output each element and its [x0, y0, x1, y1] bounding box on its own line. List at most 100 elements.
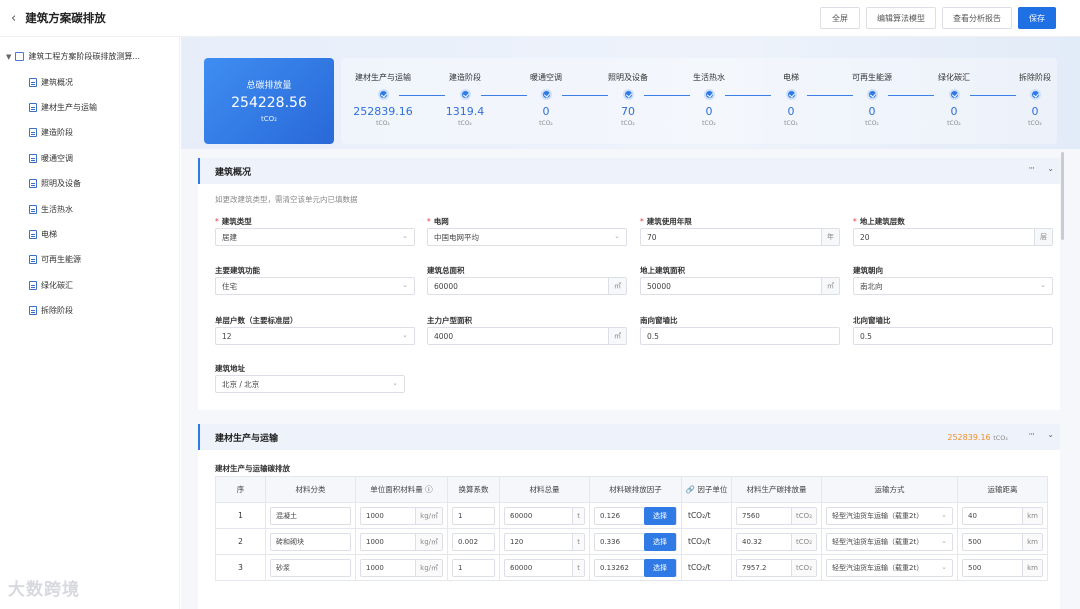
document-icon [29, 230, 37, 239]
sidebar-item-overview[interactable]: 建筑概况 [29, 77, 73, 88]
transport-select[interactable]: 轻型汽油货车运输（载重2t） ⌄ [826, 532, 953, 551]
factor-unit: tCO₂/t [681, 502, 732, 529]
scrollbar[interactable] [1061, 152, 1064, 240]
stage-lighting[interactable]: 照明及设备 70 tCO₂ [588, 58, 668, 127]
fullscreen-button[interactable]: 全屏 [820, 7, 860, 29]
distance-input[interactable]: 500 km [962, 558, 1043, 577]
more-icon[interactable]: ··· [1028, 430, 1035, 440]
stage-hot-water[interactable]: 生活热水 0 tCO₂ [669, 58, 749, 127]
factor-input[interactable]: 0.13262 选择 [594, 558, 677, 577]
total-input[interactable]: 60000 t [504, 506, 585, 525]
stage-hvac[interactable]: 暖通空调 0 tCO₂ [506, 58, 586, 127]
column-header: 材料生产碳排放量 [731, 476, 822, 503]
service-life-input[interactable]: 70 年 [640, 228, 840, 246]
stage-construction[interactable]: 建造阶段 1319.4 tCO₂ [425, 58, 505, 127]
column-header: 换算系数 [447, 476, 500, 503]
households-select[interactable]: 12 ⌄ [215, 327, 415, 345]
sidebar-item-carbon-sink[interactable]: 绿化碳汇 [29, 280, 73, 291]
sidebar-item-construction[interactable]: 建造阶段 [29, 127, 73, 138]
field-label: * 建筑类型 [215, 217, 252, 226]
sidebar-item-label: 生活热水 [41, 205, 73, 214]
sidebar-item-elevator[interactable]: 电梯 [29, 229, 57, 240]
field-label: * 地上建筑层数 [853, 217, 905, 226]
sidebar-item-demolition[interactable]: 拆除阶段 [29, 305, 73, 316]
coef-input[interactable]: 1 [452, 506, 495, 525]
orientation-select[interactable]: 南北向 ⌄ [853, 277, 1053, 295]
watermark: 大数跨境 [8, 580, 80, 600]
select-button[interactable]: 选择 [644, 558, 676, 577]
coef-input[interactable]: 1 [452, 558, 495, 577]
view-report-button[interactable]: 查看分析报告 [942, 7, 1012, 29]
save-button[interactable]: 保存 [1018, 7, 1056, 29]
field-label: 地上建筑面积 [640, 266, 685, 275]
column-header: 运输距离 [957, 476, 1048, 503]
total-input[interactable]: 120 t [504, 532, 585, 551]
distance-input[interactable]: 40 km [962, 506, 1043, 525]
total-label: 总碳排放量 [246, 81, 292, 91]
back-icon[interactable]: ‹ [11, 11, 16, 26]
stage-value: 1319.4 [445, 105, 485, 118]
category-input[interactable]: 混凝土 [270, 506, 351, 525]
select-button[interactable]: 选择 [644, 532, 676, 551]
section-title: 建筑概况 [215, 167, 252, 178]
select-button[interactable]: 选择 [644, 506, 676, 525]
emission-input[interactable]: 7560 tCO₂ [736, 506, 817, 525]
stage-value: 70 [621, 105, 635, 118]
chevron-down-icon: ⌄ [941, 510, 947, 519]
edit-algorithm-button[interactable]: 编辑算法模型 [866, 7, 936, 29]
stage-carbon-sink[interactable]: 绿化碳汇 0 tCO₂ [914, 58, 994, 127]
total-input[interactable]: 60000 t [504, 558, 585, 577]
sidebar-item-materials[interactable]: 建材生产与运输 [29, 102, 97, 113]
total-area-input[interactable]: 60000 ㎡ [427, 277, 627, 295]
stage-elevator[interactable]: 电梯 0 tCO₂ [751, 58, 831, 127]
sidebar-item-renewable[interactable]: 可再生能源 [29, 254, 81, 265]
function-select[interactable]: 住宅 ⌄ [215, 277, 415, 295]
south-wwr-input[interactable]: 0.5 [640, 327, 840, 345]
sidebar-item-hot-water[interactable]: 生活热水 [29, 204, 73, 215]
table-title: 建材生产与运输碳排放 [215, 464, 290, 473]
grid-select[interactable]: 中国电网平均 ⌄ [427, 228, 627, 246]
chevron-down-icon: ⌄ [402, 232, 408, 240]
sidebar-item-hvac[interactable]: 暖通空调 [29, 153, 73, 164]
table-row: 3 砂浆 1000 kg/㎡ 1 60000 t 0.13262 选择 tCO₂/t … [215, 554, 1048, 581]
sidebar-item-label: 绿化碳汇 [41, 281, 73, 290]
address-select[interactable]: 北京 / 北京 ⌄ [215, 375, 405, 393]
check-icon [622, 89, 634, 100]
field-label: 南向窗墙比 [640, 316, 678, 325]
chevron-down-icon: ⌄ [402, 331, 408, 339]
unit-area-input[interactable]: 4000 ㎡ [427, 327, 627, 345]
column-header: 序 [215, 476, 266, 503]
chevron-down-icon[interactable]: ⌄ [1047, 430, 1054, 439]
floors-input[interactable]: 20 层 [853, 228, 1053, 246]
emission-input[interactable]: 7957.2 tCO₂ [736, 558, 817, 577]
more-icon[interactable]: ··· [1028, 164, 1035, 174]
sidebar-item-lighting[interactable]: 照明及设备 [29, 178, 81, 189]
stage-renewable[interactable]: 可再生能源 0 tCO₂ [832, 58, 912, 127]
coef-input[interactable]: 0.002 [452, 532, 495, 551]
emission-input[interactable]: 40.32 tCO₂ [736, 532, 817, 551]
caret-down-icon[interactable]: ▼ [6, 53, 11, 61]
stage-materials[interactable]: 建材生产与运输 252839.16 tCO₂ [343, 58, 423, 127]
category-input[interactable]: 砖和砌块 [270, 532, 351, 551]
chevron-down-icon: ⌄ [1040, 281, 1046, 289]
column-header: 材料分类 [265, 476, 356, 503]
building-type-select[interactable]: 居建 ⌄ [215, 228, 415, 246]
document-icon [29, 154, 37, 163]
per-area-input[interactable]: 1000 kg/㎡ [360, 558, 443, 577]
above-ground-area-input[interactable]: 50000 ㎡ [640, 277, 840, 295]
per-area-input[interactable]: 1000 kg/㎡ [360, 506, 443, 525]
stage-demolition[interactable]: 拆除阶段 0 tCO₂ [995, 58, 1075, 127]
stage-unit: tCO₂ [1028, 120, 1042, 127]
category-input[interactable]: 砂浆 [270, 558, 351, 577]
stage-name: 电梯 [783, 73, 799, 82]
tree-root[interactable]: ▼ 建筑工程方案阶段碳排放测算... [6, 51, 140, 62]
north-wwr-input[interactable]: 0.5 [853, 327, 1053, 345]
check-icon [377, 89, 389, 100]
distance-input[interactable]: 500 km [962, 532, 1043, 551]
transport-select[interactable]: 轻型汽油货车运输（载重2t） ⌄ [826, 506, 953, 525]
per-area-input[interactable]: 1000 kg/㎡ [360, 532, 443, 551]
factor-input[interactable]: 0.126 选择 [594, 506, 677, 525]
factor-input[interactable]: 0.336 选择 [594, 532, 677, 551]
chevron-down-icon[interactable]: ⌄ [1047, 164, 1054, 173]
transport-select[interactable]: 轻型汽油货车运输（载重2t） ⌄ [826, 558, 953, 577]
